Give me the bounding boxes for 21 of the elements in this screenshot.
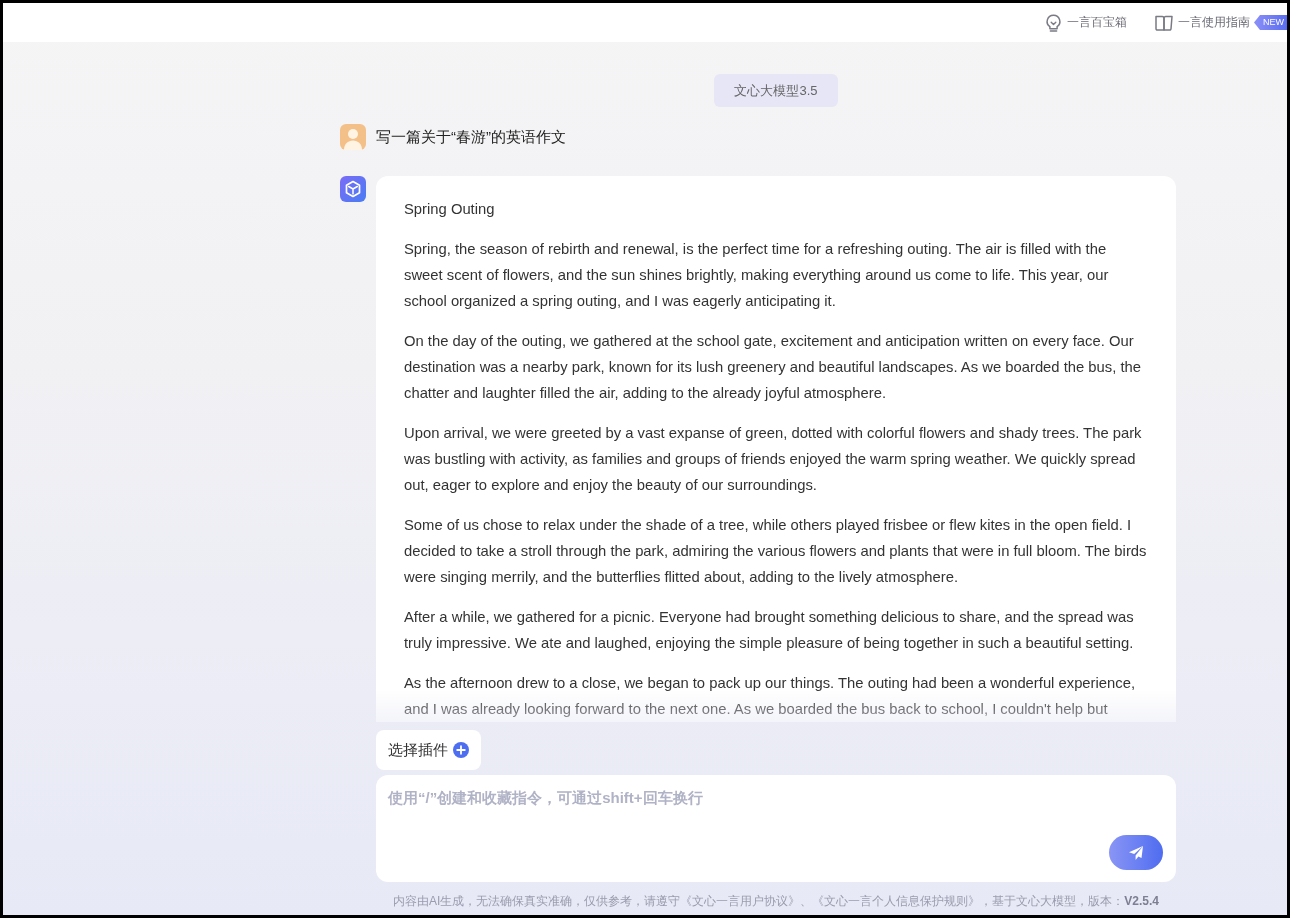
plus-icon [453,742,469,758]
model-label: 文心大模型3.5 [714,74,838,107]
answer-paragraph: Some of us chose to relax under the shade of a tree, while others played frisbee or flew kites in the open field. I decided to take a stroll through the park, admiring the various flowers and plants that were in full bloom. The birds were singing merrily, and the butterflies flitted about, adding to the lively atmosphere. [404,516,1148,587]
answer-paragraph: Spring, the season of rebirth and renewal, is the perfect time for a refreshing outing. The air is filled with the sweet scent of flowers, and the sun shines brightly, making everything around us come to life. This year, our school organized a spring outing, and I was eagerly anticipating it. [404,240,1110,311]
answer-paragraph: Upon arrival, we were greeted by a vast expanse of green, dotted with colorful flowers and shady trees. The park was bustling with activity, as families and groups of friends enjoyed the warm spring weather. We quickly spread out, eager to explore and enjoy the beauty of our surroundings. [404,424,1143,495]
answer-title: Spring Outing [404,200,496,219]
answer-paragraph: As the afternoon drew to a close, we began to pack up our things. The outing had been a wonderful experience, and I was already looking forward to the next one. As we boarded the bus back to school, I couldn't help but [404,674,1136,719]
answer-paragraph: After a while, we gathered for a picnic. Everyone had brought something delicious to share, and the spread was truly impressive. We ate and laughed, enjoying the simple pleasure of being together in such a beautiful setting. [404,608,1135,653]
answer-paragraph: On the day of the outing, we gathered at the school gate, excitement and anticipation written on every face. Our destination was a nearby park, known for its lush greenery and beautiful landscapes. As we boarded the bus, the chatter and laughter filled the air, adding to the already joyful atmosphere. [404,332,1142,403]
book-icon [1155,14,1173,31]
footer-notice: 内容由AI生成，无法确保真实准确，仅供参考，请遵守《文心一言用户协议》、《文心一言个人信息保护规则》，基于文心大模型，版本：V2.5.4 [391,893,1160,910]
message-input[interactable]: 使用“/”创建和收藏指令，可通过shift+回车换行 [376,775,1176,882]
lightbulb-icon [1045,13,1062,32]
guide-link[interactable]: 一言使用指南 [1155,14,1250,31]
cube-logo-icon [340,176,366,202]
toolbox-link[interactable]: 一言百宝箱 [1045,13,1127,32]
person-avatar-icon [340,124,366,150]
plugin-button[interactable]: 选择插件 [376,730,481,770]
new-badge: NEW [1254,15,1287,30]
paper-plane-icon [1128,844,1144,861]
user-message: 写一篇关于“春游”的英语作文 [376,127,566,147]
